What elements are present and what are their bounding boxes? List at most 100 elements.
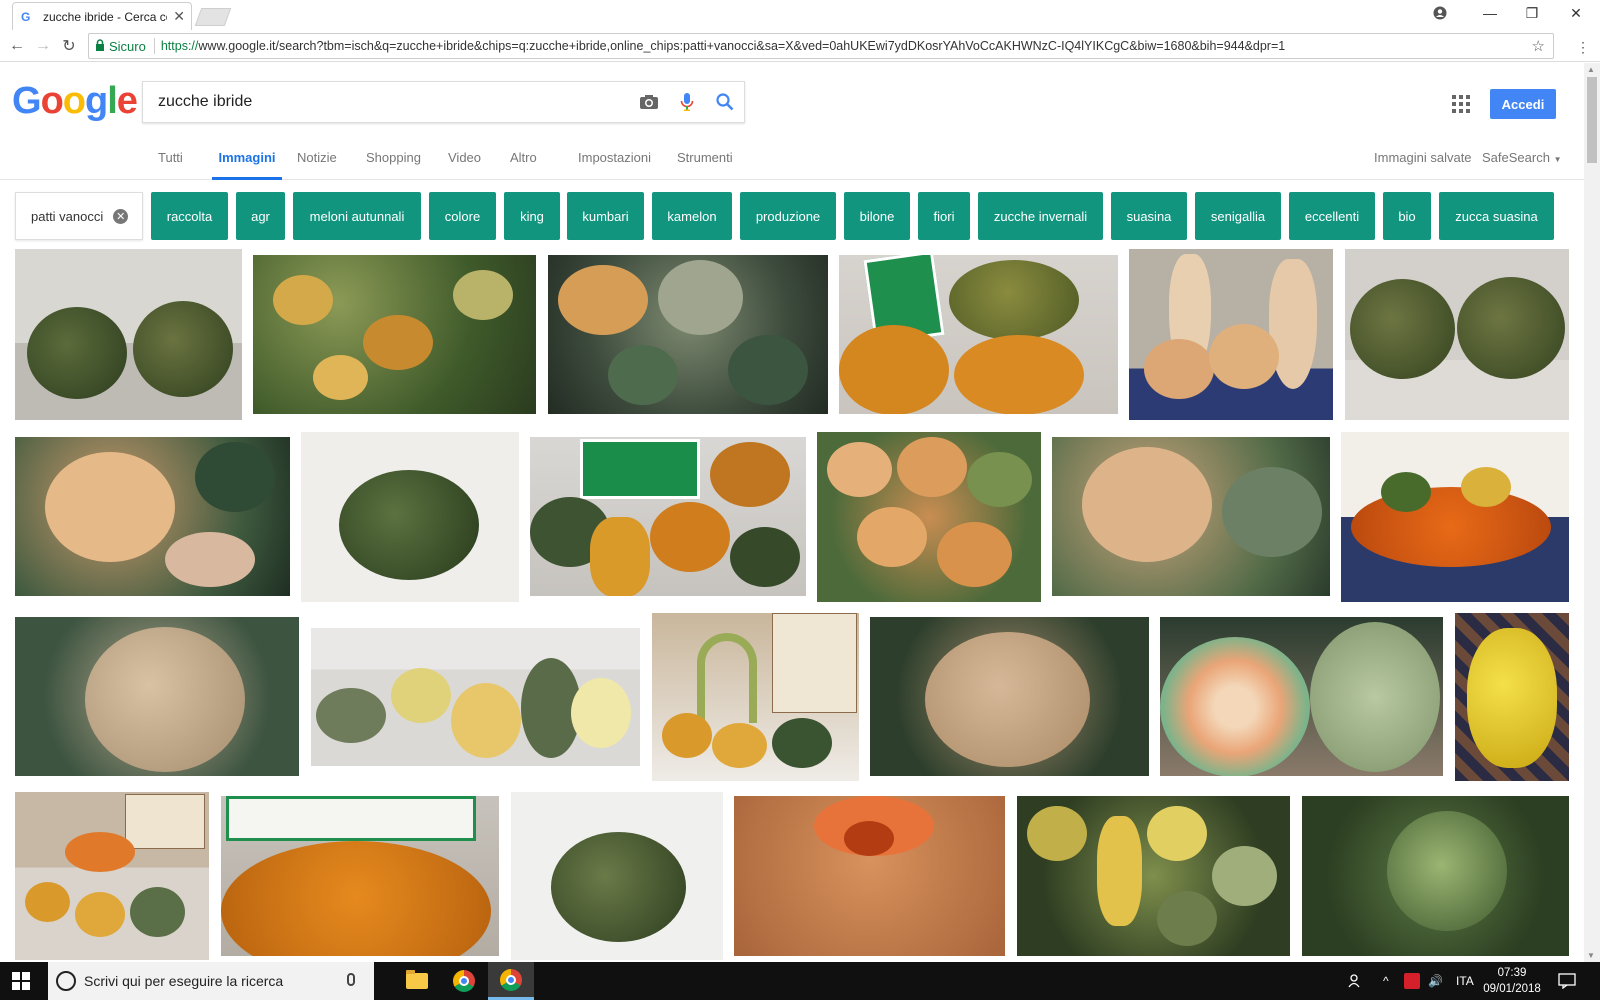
- google-logo[interactable]: Google: [12, 80, 138, 123]
- scroll-up-icon[interactable]: ▲: [1587, 65, 1595, 74]
- image-result[interactable]: [15, 437, 290, 596]
- chip-suasina[interactable]: suasina: [1111, 192, 1187, 240]
- browser-titlebar: G zucche ibride - Cerca con Google ✕ — ❐…: [0, 0, 1600, 30]
- tab-video[interactable]: Video: [448, 150, 481, 180]
- windows-start-icon[interactable]: [12, 972, 30, 990]
- volume-icon[interactable]: 🔊: [1428, 962, 1443, 1000]
- tab-news[interactable]: Notizie: [297, 150, 337, 180]
- chip-fiori[interactable]: fiori: [918, 192, 970, 240]
- search-icon[interactable]: [706, 93, 744, 111]
- logo-letter: e: [116, 80, 138, 122]
- tab-close-icon[interactable]: ✕: [173, 8, 185, 25]
- input-language[interactable]: ITA: [1456, 962, 1474, 1000]
- close-window-icon[interactable]: ✕: [1556, 0, 1596, 26]
- image-result[interactable]: [839, 255, 1118, 414]
- omnibox-separator: [153, 38, 155, 54]
- chrome-active-taskbar-icon[interactable]: [488, 962, 534, 1000]
- image-result[interactable]: [1052, 437, 1330, 596]
- tab-tools[interactable]: Strumenti: [677, 150, 733, 180]
- tab-all[interactable]: Tutti: [158, 150, 183, 180]
- chip-bio[interactable]: bio: [1383, 192, 1431, 240]
- tab-settings[interactable]: Impostazioni: [578, 150, 651, 180]
- image-result[interactable]: [817, 432, 1041, 602]
- signin-button[interactable]: Accedi: [1490, 89, 1556, 119]
- file-explorer-icon[interactable]: [394, 962, 440, 1000]
- image-result[interactable]: [1345, 249, 1569, 420]
- logo-letter: o: [40, 80, 64, 122]
- browser-tab[interactable]: G zucche ibride - Cerca con Google ✕: [12, 2, 192, 30]
- image-result[interactable]: [1455, 613, 1569, 781]
- forward-icon[interactable]: →: [32, 35, 54, 57]
- image-result[interactable]: [15, 792, 209, 960]
- people-icon[interactable]: [1348, 962, 1364, 1000]
- minimize-icon[interactable]: —: [1470, 0, 1510, 26]
- chip-kamelon[interactable]: kamelon: [652, 192, 732, 240]
- image-result[interactable]: [530, 437, 806, 596]
- chip-kumbari[interactable]: kumbari: [567, 192, 644, 240]
- back-icon[interactable]: ←: [6, 35, 28, 57]
- image-result[interactable]: [15, 617, 299, 776]
- chrome-taskbar-icon[interactable]: [441, 962, 487, 1000]
- reload-icon[interactable]: ↻: [58, 35, 80, 57]
- scrollbar-thumb[interactable]: [1587, 77, 1597, 163]
- antivirus-icon[interactable]: [1404, 962, 1420, 1000]
- chip-zucca-suasina[interactable]: zucca suasina: [1439, 192, 1554, 240]
- taskbar-clock[interactable]: 07:39 09/01/2018: [1482, 965, 1542, 997]
- image-result[interactable]: [870, 617, 1149, 776]
- chrome-menu-icon[interactable]: ⋮: [1576, 39, 1590, 56]
- browser-toolbar: ← → ↻ Sicuro https://www.google.it/searc…: [0, 30, 1600, 62]
- bookmark-star-icon[interactable]: ☆: [1532, 37, 1545, 55]
- chip-king[interactable]: king: [504, 192, 560, 240]
- scroll-down-icon[interactable]: ▼: [1587, 951, 1595, 960]
- logo-letter: G: [12, 80, 42, 122]
- address-bar[interactable]: Sicuro https://www.google.it/search?tbm=…: [88, 33, 1554, 59]
- chip-remove-icon[interactable]: ✕: [113, 208, 129, 224]
- chip-produzione[interactable]: produzione: [740, 192, 836, 240]
- selected-chip[interactable]: patti vanocci ✕: [15, 192, 143, 240]
- camera-icon[interactable]: [630, 94, 668, 110]
- image-result[interactable]: [311, 628, 640, 766]
- chip-senigallia[interactable]: senigallia: [1195, 192, 1281, 240]
- image-result[interactable]: [548, 255, 828, 414]
- image-result[interactable]: [1302, 796, 1569, 956]
- tab-images[interactable]: Immagini: [212, 150, 282, 180]
- chip-raccolta[interactable]: raccolta: [151, 192, 228, 240]
- tab-more[interactable]: Altro: [510, 150, 537, 180]
- taskbar-microphone-icon[interactable]: [347, 973, 355, 986]
- saved-images-link[interactable]: Immagini salvate: [1374, 150, 1472, 165]
- tab-shopping[interactable]: Shopping: [366, 150, 421, 180]
- safesearch-dropdown[interactable]: SafeSearch ▼: [1482, 150, 1561, 165]
- chip-zucche-invernali[interactable]: zucche invernali: [978, 192, 1103, 240]
- chip-bilone[interactable]: bilone: [844, 192, 910, 240]
- image-result[interactable]: [1129, 249, 1333, 420]
- chip-colore[interactable]: colore: [429, 192, 496, 240]
- image-result[interactable]: [253, 255, 536, 414]
- image-result[interactable]: [1160, 617, 1443, 776]
- page-scrollbar[interactable]: ▲ ▼: [1584, 63, 1600, 962]
- image-result[interactable]: [1017, 796, 1290, 956]
- chip-eccellenti[interactable]: eccellenti: [1289, 192, 1375, 240]
- image-result[interactable]: [511, 792, 723, 960]
- url-path: www.google.it/search?tbm=isch&q=zucche+i…: [198, 39, 1286, 53]
- image-result[interactable]: [221, 796, 499, 956]
- image-result[interactable]: [15, 249, 242, 420]
- notifications-icon[interactable]: [1558, 962, 1576, 1000]
- taskbar-search-box[interactable]: Scrivi qui per eseguire la ricerca: [48, 962, 374, 1000]
- cortana-icon: [56, 971, 76, 991]
- chip-agr[interactable]: agr: [236, 192, 285, 240]
- image-result[interactable]: [1341, 432, 1569, 602]
- restore-icon[interactable]: ❐: [1512, 0, 1552, 26]
- profile-icon[interactable]: [1420, 0, 1460, 26]
- chip-meloni-autunnali[interactable]: meloni autunnali: [293, 192, 421, 240]
- microphone-icon[interactable]: [668, 92, 706, 112]
- chevron-down-icon: ▼: [1553, 155, 1562, 164]
- new-tab-button[interactable]: [194, 8, 232, 26]
- url-text[interactable]: https://www.google.it/search?tbm=isch&q=…: [161, 39, 1532, 53]
- image-result[interactable]: [734, 796, 1005, 956]
- image-result[interactable]: [301, 432, 519, 602]
- apps-grid-icon[interactable]: [1452, 95, 1470, 113]
- show-hidden-icons-icon[interactable]: ^: [1383, 962, 1389, 1000]
- image-result[interactable]: [652, 613, 859, 781]
- search-input[interactable]: zucche ibride: [142, 81, 745, 123]
- url-scheme: https://: [160, 39, 199, 53]
